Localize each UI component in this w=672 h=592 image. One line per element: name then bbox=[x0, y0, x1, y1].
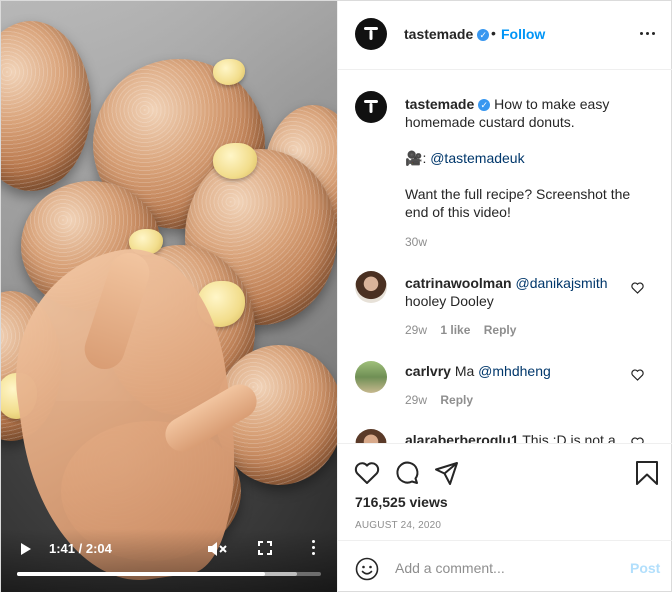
video-controls-bar bbox=[1, 529, 337, 592]
bookmark-icon[interactable] bbox=[634, 460, 660, 486]
comment-body: This :D is not a bbox=[522, 432, 616, 443]
header-separator: • bbox=[491, 25, 496, 41]
header-username[interactable]: tastemade ✓ bbox=[404, 26, 490, 42]
post-actions: 716,525 views AUGUST 24, 2020 bbox=[338, 443, 672, 539]
play-icon[interactable] bbox=[21, 543, 31, 555]
verified-badge-icon: ✓ bbox=[477, 29, 490, 42]
heart-icon[interactable] bbox=[354, 460, 380, 486]
caption-timestamp[interactable]: 30w bbox=[405, 235, 427, 249]
header-username-text: tastemade bbox=[404, 26, 474, 42]
comment-body: hooley Dooley bbox=[405, 293, 494, 309]
add-comment-bar: Post bbox=[338, 540, 672, 592]
comment-text: carlvry Ma @mhdheng bbox=[405, 362, 635, 380]
video-time: 1:41 / 2:04 bbox=[49, 541, 112, 556]
comment-username[interactable]: alaraberberoglu1 bbox=[405, 432, 519, 443]
comment-meta: 29w Reply bbox=[405, 393, 483, 407]
video-progress-bar[interactable] bbox=[17, 572, 321, 576]
comment-meta: 29w 1 like Reply bbox=[405, 323, 526, 337]
follow-button[interactable]: Follow bbox=[501, 26, 545, 42]
comment-timestamp[interactable]: 29w bbox=[405, 323, 427, 337]
verified-badge-icon: ✓ bbox=[478, 99, 491, 112]
comment-reply-button[interactable]: Reply bbox=[484, 323, 517, 337]
comment-likes-count[interactable]: 1 like bbox=[440, 323, 470, 337]
comment-text: catrinawoolman @danikajsmith hooley Dool… bbox=[405, 274, 635, 310]
fullscreen-icon[interactable] bbox=[258, 541, 272, 555]
comment-icon[interactable] bbox=[394, 460, 420, 486]
post-comment-button[interactable]: Post bbox=[630, 560, 660, 576]
video-progress-fill bbox=[17, 572, 265, 576]
avatar[interactable] bbox=[355, 91, 387, 123]
comment-like-heart-icon[interactable] bbox=[631, 282, 644, 294]
more-options-icon[interactable] bbox=[640, 32, 658, 36]
post-header: tastemade ✓ • Follow bbox=[338, 1, 672, 70]
mute-icon[interactable] bbox=[207, 540, 227, 558]
caption-username[interactable]: tastemade bbox=[405, 96, 474, 112]
tastemade-logo-icon bbox=[364, 27, 378, 40]
tastemade-logo-icon bbox=[364, 100, 378, 113]
comment-mention-link[interactable]: @danikajsmith bbox=[515, 275, 607, 291]
avatar[interactable] bbox=[355, 429, 387, 443]
avatar[interactable] bbox=[355, 361, 387, 393]
camera-emoji-icon: 🎥 bbox=[405, 150, 423, 166]
comment-text: alaraberberoglu1 This :D is not a bbox=[405, 431, 635, 443]
comment-body: Ma bbox=[454, 363, 475, 379]
caption-text: tastemade ✓ How to make easy homemade cus… bbox=[405, 96, 631, 220]
comment-reply-button[interactable]: Reply bbox=[440, 393, 473, 407]
post-dialog: 1:41 / 2:04 tastemade ✓ • Follow tastema… bbox=[0, 0, 672, 592]
caption-cta: Want the full recipe? Screenshot the end… bbox=[405, 186, 631, 220]
comment-mention-link[interactable]: @mhdheng bbox=[478, 363, 551, 379]
comment-timestamp[interactable]: 29w bbox=[405, 393, 427, 407]
views-count[interactable]: 716,525 views bbox=[355, 494, 448, 510]
post-side-panel: tastemade ✓ • Follow tastemade ✓ How to ma… bbox=[337, 1, 672, 592]
comment-like-heart-icon[interactable] bbox=[631, 369, 644, 381]
comment-input[interactable] bbox=[395, 557, 615, 579]
more-vertical-icon[interactable] bbox=[309, 540, 317, 558]
video-player[interactable]: 1:41 / 2:04 bbox=[1, 1, 337, 592]
comment-username[interactable]: catrinawoolman bbox=[405, 275, 512, 291]
comment-username[interactable]: carlvry bbox=[405, 363, 451, 379]
avatar[interactable] bbox=[355, 18, 387, 50]
caption-mention-link[interactable]: @tastemadeuk bbox=[430, 150, 524, 166]
post-date[interactable]: AUGUST 24, 2020 bbox=[355, 520, 441, 531]
comments-list[interactable]: tastemade ✓ How to make easy homemade cus… bbox=[338, 71, 672, 443]
emoji-smile-icon[interactable] bbox=[355, 557, 379, 581]
share-icon[interactable] bbox=[434, 460, 460, 486]
avatar[interactable] bbox=[355, 271, 387, 303]
